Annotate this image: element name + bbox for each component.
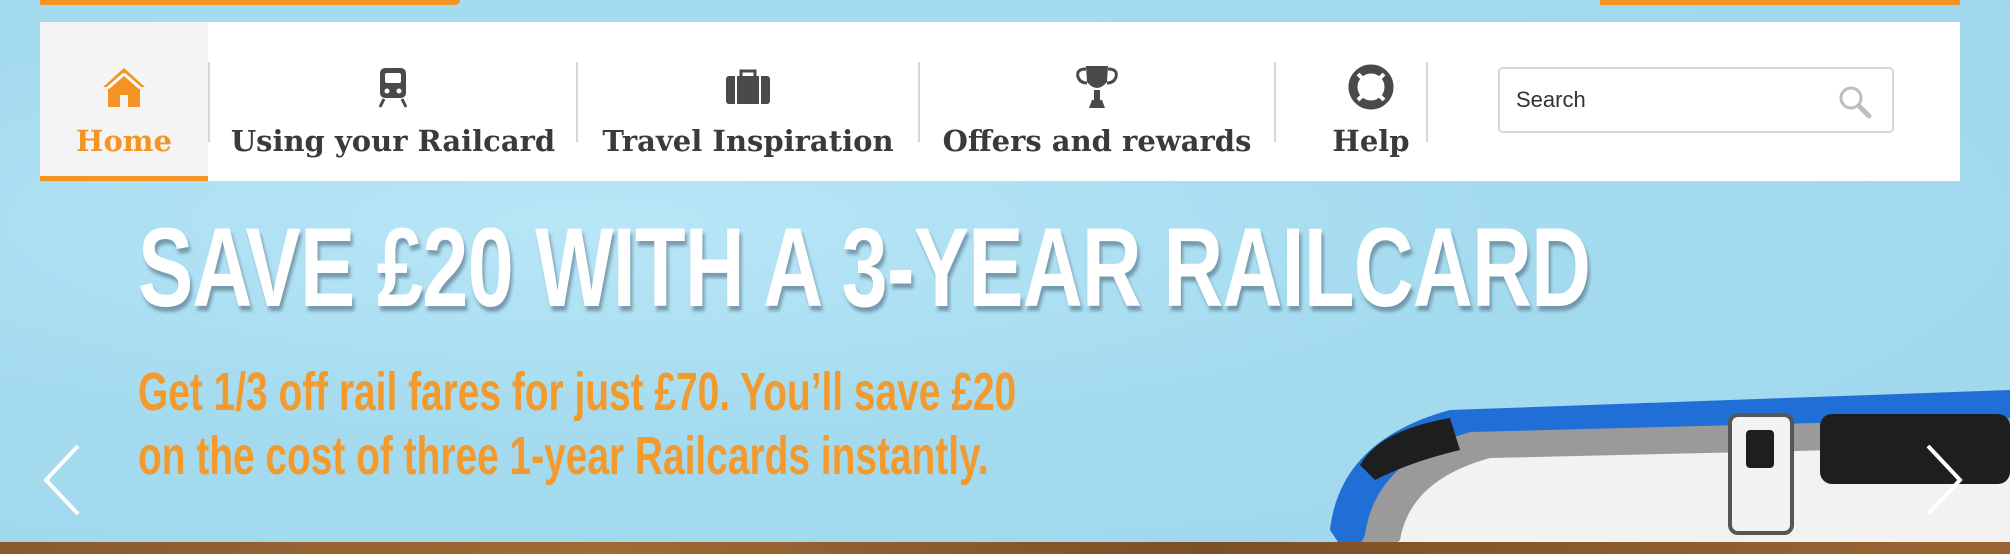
banner-subtext-line-2: on the cost of three 1-year Railcards in…: [138, 426, 989, 486]
nav-item-travel-inspiration[interactable]: Travel Inspiration: [578, 22, 918, 181]
top-accent-strip-left: [40, 0, 460, 5]
chevron-left-icon[interactable]: [38, 440, 88, 520]
banner-subtext: Get 1/3 off rail fares for just £70. You…: [138, 360, 1016, 488]
search-icon[interactable]: [1836, 83, 1874, 121]
banner-ground: [0, 542, 2010, 554]
nav-item-label: Using your Railcard: [230, 124, 556, 158]
nav-item-label: Home: [76, 124, 172, 158]
nav-item-using-your-railcard[interactable]: Using your Railcard: [210, 22, 576, 181]
main-navigation: Home Using your Railcard Travel Inspirat…: [40, 22, 1960, 181]
search-input[interactable]: [1516, 83, 1816, 117]
train-icon: [363, 64, 423, 110]
nav-item-label: Help: [1332, 124, 1410, 158]
banner-headline: SAVE £20 WITH A 3-YEAR RAILCARD: [138, 205, 1591, 330]
nav-item-label: Offers and rewards: [942, 124, 1252, 158]
lifebuoy-icon: [1341, 64, 1401, 110]
home-icon: [94, 64, 154, 110]
nav-item-offers-and-rewards[interactable]: Offers and rewards: [920, 22, 1274, 181]
train-illustration: [1330, 390, 2010, 545]
nav-item-help[interactable]: Help: [1276, 22, 1466, 181]
chevron-right-icon[interactable]: [1918, 440, 1968, 520]
nav-item-home[interactable]: Home: [40, 22, 208, 181]
nav-item-label: Travel Inspiration: [602, 124, 894, 158]
top-accent-strip-right: [1600, 0, 1960, 5]
search-box: [1498, 67, 1894, 133]
nav-divider: [1426, 62, 1428, 142]
trophy-icon: [1067, 64, 1127, 110]
banner-subtext-line-1: Get 1/3 off rail fares for just £70. You…: [138, 362, 1017, 422]
suitcase-icon: [718, 64, 778, 110]
